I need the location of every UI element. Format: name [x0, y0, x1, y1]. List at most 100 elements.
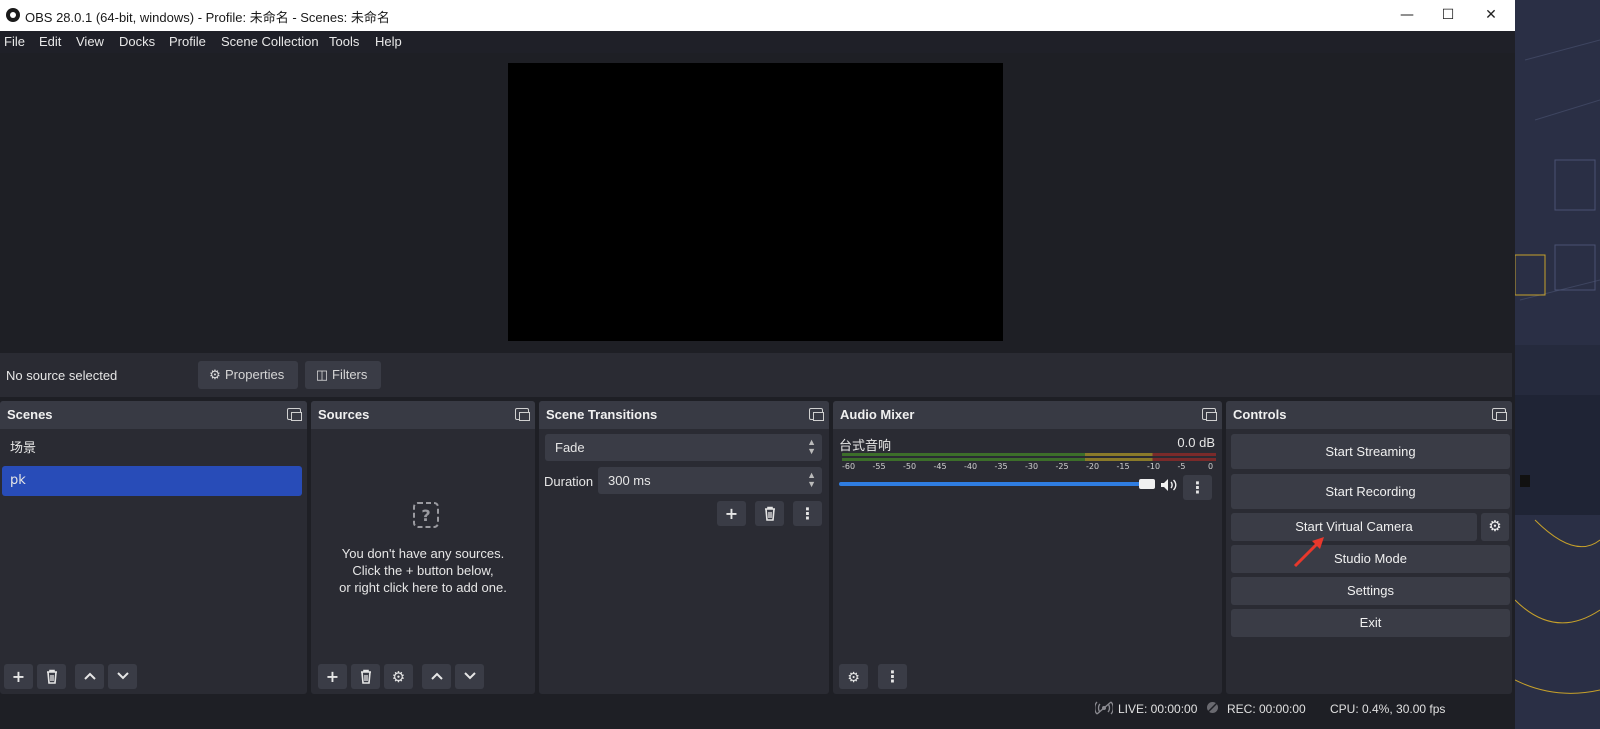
undock-icon[interactable] — [1492, 408, 1507, 421]
title-bar: OBS 28.0.1 (64-bit, windows) - Profile: … — [0, 0, 1515, 31]
gear-icon: ⚙ — [209, 367, 221, 382]
minimize-icon[interactable]: — — [1384, 0, 1430, 31]
sources-empty-line: Click the + button below, — [352, 563, 494, 578]
meter-tick-label: -40 — [964, 462, 978, 471]
spin-arrows-icon: ▲ ▼ — [807, 470, 816, 489]
menu-tools[interactable]: Tools — [329, 34, 359, 49]
sources-empty-line: or right click here to add one. — [339, 580, 507, 595]
move-scene-up-button[interactable] — [75, 664, 104, 689]
rec-timer: REC: 00:00:00 — [1227, 702, 1306, 716]
scenes-dock: Scenes 场景 pk + — [0, 401, 307, 694]
audio-mixer-dock: Audio Mixer 台式音响 0.0 dB -60 -55 -50 -45 -40-… — [833, 401, 1222, 694]
gear-icon: ⚙ — [391, 668, 406, 686]
gears-icon: ⚙ — [847, 670, 860, 686]
properties-label: Properties — [225, 367, 285, 382]
menu-file[interactable]: File — [4, 34, 25, 49]
speaker-icon[interactable] — [1160, 478, 1178, 492]
meter-tick-label: -30 — [1025, 462, 1039, 471]
kebab-icon: ⋮ — [799, 504, 816, 523]
undock-icon[interactable] — [287, 408, 302, 421]
add-scene-button[interactable]: + — [4, 664, 33, 689]
audio-mixer-menu-button[interactable]: ⋮ — [878, 664, 907, 689]
close-icon[interactable]: ✕ — [1468, 0, 1514, 31]
meter-tick-label: -25 — [1055, 462, 1069, 471]
menu-help[interactable]: Help — [375, 34, 402, 49]
undock-icon[interactable] — [1202, 408, 1217, 421]
duration-spinbox[interactable]: 300 ms ▲ ▼ — [598, 467, 822, 494]
meter-scale: -60 -55 -50 -45 -40 -35 -30 -25 -20 -15 -10 -5 0 — [842, 462, 1216, 474]
background-window — [1515, 0, 1600, 729]
gear-icon: ⚙ — [1488, 518, 1502, 535]
volume-slider-handle[interactable] — [1139, 479, 1155, 489]
sources-dock[interactable]: Sources ? You don't have any sources. Cl… — [311, 401, 535, 694]
filters-label: Filters — [332, 367, 368, 382]
audio-mixer-title: Audio Mixer — [840, 407, 915, 422]
move-source-up-button[interactable] — [422, 664, 451, 689]
duration-value: 300 ms — [608, 473, 651, 488]
source-properties-button[interactable]: ⚙ — [384, 664, 413, 689]
audio-channel-name: 台式音响 — [839, 439, 892, 454]
add-source-button[interactable]: + — [318, 664, 347, 689]
scene-item[interactable]: 场景 — [2, 434, 302, 464]
controls-dock: Controls Start Streaming Start Recording… — [1226, 401, 1512, 694]
add-transition-button[interactable]: + — [717, 501, 746, 526]
maximize-icon[interactable]: ☐ — [1425, 0, 1471, 31]
controls-title: Controls — [1233, 407, 1287, 422]
scene-item-selected[interactable]: pk — [2, 466, 302, 496]
remove-scene-button[interactable] — [37, 664, 66, 689]
kebab-icon: ⋮ — [1189, 478, 1206, 497]
properties-button[interactable]: ⚙ Properties — [198, 361, 298, 389]
settings-button[interactable]: Settings — [1231, 577, 1510, 605]
live-timer: LIVE: 00:00:00 — [1118, 702, 1198, 716]
sources-empty-line: You don't have any sources. — [341, 546, 505, 561]
chevron-down-icon — [116, 672, 129, 680]
transition-menu-button[interactable]: ⋮ — [793, 501, 822, 526]
volume-slider[interactable] — [839, 482, 1147, 486]
trash-icon — [46, 669, 57, 684]
meter-tick-label: -55 — [872, 462, 886, 471]
filters-button[interactable]: ◫ Filters — [305, 361, 381, 389]
menu-scene-collection[interactable]: Scene Collection — [221, 34, 319, 49]
meter-tick-label: -10 — [1147, 462, 1161, 471]
start-streaming-button[interactable]: Start Streaming — [1231, 434, 1510, 469]
meter-tick-label: -15 — [1116, 462, 1130, 471]
volume-meter — [842, 453, 1216, 456]
no-source-label: No source selected — [6, 368, 118, 383]
question-icon: ? — [413, 502, 439, 528]
chevron-up-icon — [83, 672, 96, 680]
audio-settings-button[interactable]: ⚙ — [839, 664, 868, 689]
transitions-dock: Scene Transitions Fade ▲ ▼ Duration 300 m… — [539, 401, 829, 694]
studio-mode-button[interactable]: Studio Mode — [1231, 545, 1510, 573]
remove-transition-button[interactable] — [755, 501, 784, 526]
menu-view[interactable]: View — [76, 34, 104, 49]
chevron-up-icon — [430, 672, 443, 680]
menu-docks[interactable]: Docks — [119, 34, 155, 49]
remove-source-button[interactable] — [351, 664, 380, 689]
undock-icon[interactable] — [809, 408, 824, 421]
preview-canvas[interactable] — [508, 63, 1003, 341]
meter-tick-label: -50 — [903, 462, 917, 471]
duration-label: Duration — [544, 474, 594, 489]
exit-button[interactable]: Exit — [1231, 609, 1510, 637]
meter-tick-label: -60 — [842, 462, 856, 471]
start-recording-button[interactable]: Start Recording — [1231, 474, 1510, 509]
menu-edit[interactable]: Edit — [39, 34, 61, 49]
menu-profile[interactable]: Profile — [169, 34, 206, 49]
move-source-down-button[interactable] — [455, 664, 484, 689]
move-scene-down-button[interactable] — [108, 664, 137, 689]
scenes-dock-header: Scenes — [0, 401, 307, 429]
trash-icon — [360, 669, 371, 684]
sources-dock-header: Sources — [311, 401, 535, 429]
trash-icon — [764, 506, 775, 521]
meter-tick-label: -45 — [933, 462, 947, 471]
rec-icon — [1207, 702, 1218, 713]
controls-dock-header: Controls — [1226, 401, 1512, 429]
undock-icon[interactable] — [515, 408, 530, 421]
start-virtual-camera-button[interactable]: Start Virtual Camera — [1231, 513, 1477, 541]
filter-icon: ◫ — [315, 367, 329, 382]
menu-bar: File Edit View Docks Profile Scene Colle… — [0, 31, 1515, 53]
virtual-camera-settings-button[interactable]: ⚙ — [1481, 513, 1509, 541]
audio-channel-menu-button[interactable]: ⋮ — [1183, 475, 1212, 500]
background-window-image — [1515, 0, 1600, 729]
transition-select[interactable]: Fade ▲ ▼ — [545, 434, 822, 461]
